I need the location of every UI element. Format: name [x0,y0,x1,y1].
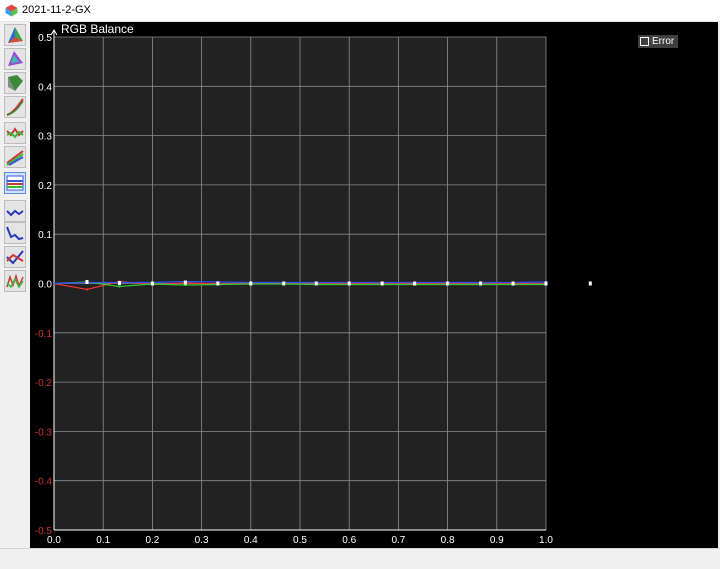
title-bar: 2021-11-2-GX [0,0,720,22]
white-marker [150,281,154,286]
white-marker [117,281,121,286]
white-marker [85,280,89,285]
white-marker [216,281,220,286]
x-tick-label: 0.1 [96,535,110,546]
y-tick-label: 0.4 [38,82,52,93]
chart-title: RGB Balance [61,22,134,36]
cie-xy-gamut-icon[interactable] [4,24,26,46]
status-bar [0,548,720,569]
y-tick-label: -0.5 [35,526,53,537]
y-tick-label: 0.5 [38,33,52,44]
rgb-balance-icon[interactable] [4,172,26,194]
y-tick-label: 0.2 [38,181,52,192]
error-label: Error [652,36,675,47]
x-tick-label: 0.7 [391,535,405,546]
y-tick-label: 0.0 [38,280,52,291]
y-tick-label: -0.4 [35,477,53,488]
white-marker [282,281,286,286]
white-marker [588,281,592,286]
y-tick-label: 0.1 [38,230,52,241]
white-marker [544,281,548,286]
y-tick-label: 0.3 [38,132,52,143]
x-tick-label: 0.3 [195,535,209,546]
series-0-point [85,288,89,291]
white-marker [314,281,318,286]
saturation-icon[interactable] [4,246,26,268]
white-marker [511,281,515,286]
white-marker [446,281,450,286]
x-tick-label: 0.9 [490,535,504,546]
window-title: 2021-11-2-GX [22,4,91,16]
y-tick-label: -0.2 [35,378,53,389]
x-tick-label: 0.4 [244,535,258,546]
white-marker [380,281,384,286]
app-logo-icon [5,4,18,17]
rgb-curves-icon[interactable] [4,122,26,144]
x-tick-label: 0.8 [441,535,455,546]
white-marker [249,281,253,286]
legend: Error [638,35,679,48]
error-checkbox[interactable] [640,37,649,46]
white-marker [479,281,483,286]
cie-uv-gamut-icon[interactable] [4,48,26,70]
white-marker [183,280,187,285]
x-tick-label: 0.5 [293,535,307,546]
chart-type-toolbar [0,22,30,548]
gamut-3d-icon[interactable] [4,72,26,94]
white-marker [347,281,351,286]
x-tick-label: 1.0 [539,535,553,546]
white-marker [413,281,417,286]
multi-series-icon[interactable] [4,270,26,292]
x-tick-label: 0.6 [342,535,356,546]
delta-e-icon[interactable] [4,200,26,222]
gamma-curve-icon[interactable] [4,96,26,118]
luminance-icon[interactable] [4,222,26,244]
rgb-balance-chart: 0.0 0.1 0.2 0.3 0.4 0.5 0.6 0.7 0.8 0.9 1.0 0.5 0.4 0… [35,22,592,546]
chart-area: 0.0 0.1 0.2 0.3 0.4 0.5 0.6 0.7 0.8 0.9 1.0 0.5 0.4 0… [30,22,718,548]
series-1-point [118,285,121,288]
x-tick-label: 0.2 [145,535,159,546]
rgb-levels-icon[interactable] [4,146,26,168]
y-tick-label: -0.1 [35,329,53,340]
y-tick-label: -0.3 [35,427,53,438]
